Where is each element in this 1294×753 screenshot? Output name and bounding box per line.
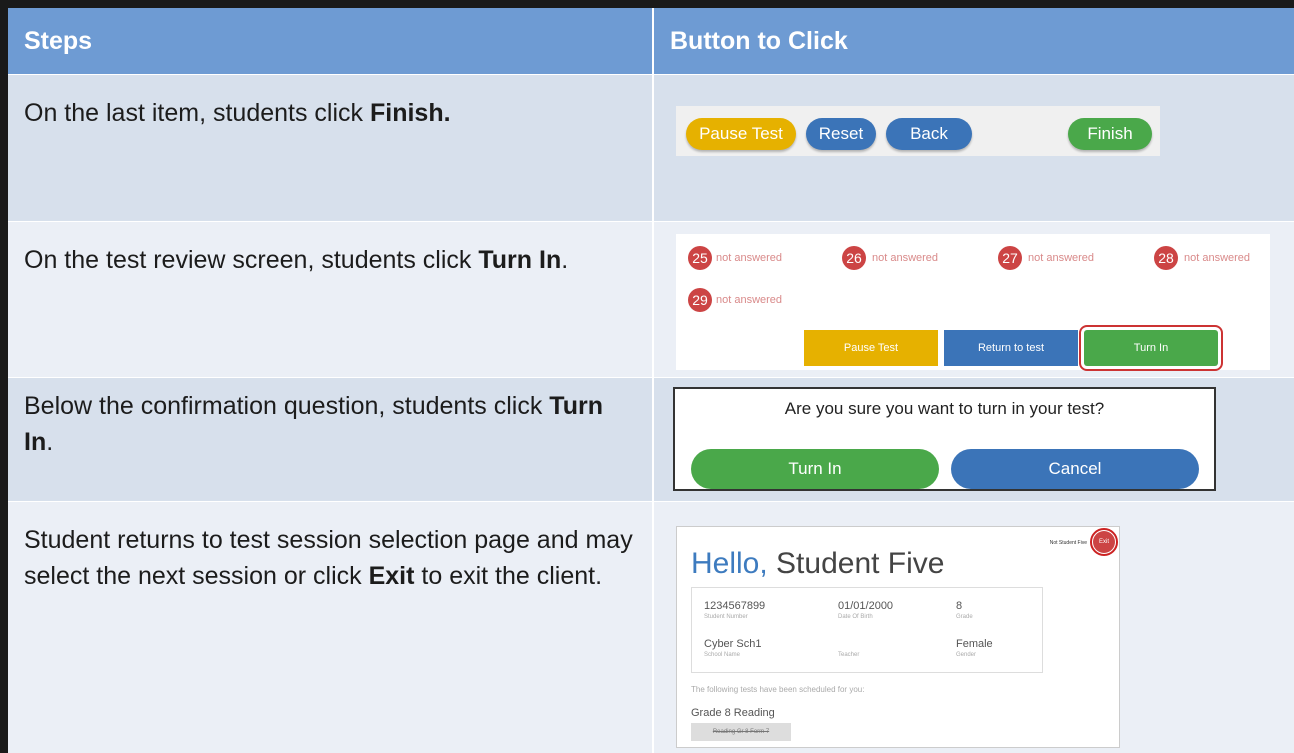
instruction-table: Steps Button to Click On the last item, … <box>8 8 1294 753</box>
cancel-button[interactable]: Cancel <box>951 449 1199 489</box>
gender-label: Gender <box>956 652 977 658</box>
dob: 01/01/2000 <box>838 600 894 612</box>
step-text-3: Below the confirmation question, student… <box>24 392 603 456</box>
test-toolbar: Pause Test Reset Back Finish <box>676 106 1160 156</box>
step-text-1: On the last item, students click Finish. <box>24 99 451 127</box>
pause-test-button[interactable]: Pause Test <box>804 330 938 366</box>
back-button[interactable]: Back <box>886 118 972 150</box>
question-status: not answered <box>716 294 783 306</box>
student-number: 1234567899 <box>704 600 766 612</box>
teacher-label: Teacher <box>838 652 860 658</box>
dob-label: Date Of Birth <box>838 614 873 620</box>
test-name: Grade 8 Reading <box>691 707 775 719</box>
student-number-label: Student Number <box>704 614 748 620</box>
school: Cyber Sch1 <box>704 638 762 650</box>
turn-in-button[interactable]: Turn In <box>691 449 939 489</box>
grade-label: Grade <box>956 614 973 620</box>
question-status: not answered <box>716 252 783 264</box>
review-screen: 25 not answered 26 not answered 27 not a… <box>676 234 1270 371</box>
confirm-dialog: Are you sure you want to turn in your te… <box>673 387 1216 491</box>
question-status: not answered <box>1028 252 1095 264</box>
session-button[interactable]: Reading Gr 8 Form 7 <box>691 723 791 741</box>
question-status: not answered <box>872 252 939 264</box>
grade: 8 <box>956 600 963 612</box>
user-name-tiny: Not Student Five <box>1049 540 1087 546</box>
turn-in-button[interactable]: Turn In <box>1079 325 1223 371</box>
button-header: Button to Click <box>654 8 1294 74</box>
exit-button[interactable]: Exit <box>1090 528 1118 556</box>
gender: Female <box>956 638 993 650</box>
greeting: Hello, Student Five <box>691 547 945 580</box>
question-number[interactable]: 25 <box>688 246 712 270</box>
scheduled-text: The following tests have been scheduled … <box>691 685 865 694</box>
column-divider <box>652 8 654 753</box>
finish-button[interactable]: Finish <box>1068 118 1152 150</box>
session-selection-page: Not Student Five Exit Hello, Student Fiv… <box>676 526 1120 748</box>
step-text-4: Student returns to test session selectio… <box>24 526 633 590</box>
step-text-2: On the test review screen, students clic… <box>24 246 569 274</box>
reset-button[interactable]: Reset <box>806 118 876 150</box>
question-number[interactable]: 27 <box>998 246 1022 270</box>
steps-header: Steps <box>8 8 652 74</box>
pause-test-button[interactable]: Pause Test <box>686 118 796 150</box>
question-status: not answered <box>1184 252 1251 264</box>
confirm-question: Are you sure you want to turn in your te… <box>784 399 1105 418</box>
question-number[interactable]: 29 <box>688 288 712 312</box>
question-number[interactable]: 26 <box>842 246 866 270</box>
question-number[interactable]: 28 <box>1154 246 1178 270</box>
return-to-test-button[interactable]: Return to test <box>944 330 1078 366</box>
school-label: School Name <box>704 652 741 658</box>
student-info-box: 1234567899 Student Number 01/01/2000 Dat… <box>691 587 1043 673</box>
